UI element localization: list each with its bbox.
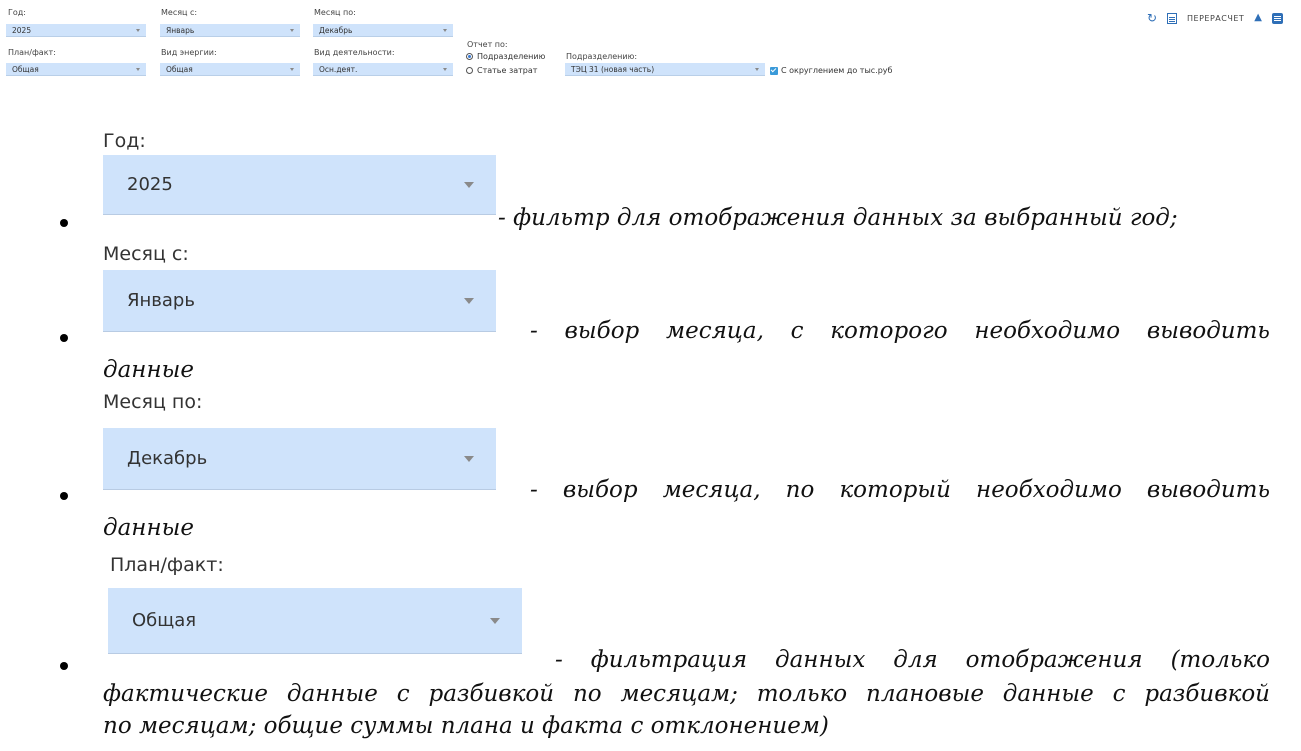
radio-cost-item[interactable]: Статье затрат	[466, 66, 537, 75]
bullet	[60, 662, 68, 670]
chevron-down-icon	[464, 456, 474, 462]
report-by-label: Отчет по:	[467, 40, 508, 49]
item-month-to-select[interactable]: Декабрь	[103, 428, 496, 490]
item-plan-fact-select[interactable]: Общая	[108, 588, 522, 654]
item-month-to-value: Декабрь	[127, 448, 208, 469]
desc-word: для	[893, 647, 938, 673]
item-month-from-label: Месяц с:	[103, 243, 189, 265]
chevron-down-icon	[290, 29, 294, 32]
item-month-to-desc-cont: данные	[103, 515, 194, 541]
desc-word: с	[790, 318, 804, 344]
refresh-icon[interactable]: ↻	[1147, 12, 1157, 24]
month-to-label: Месяц по:	[314, 8, 356, 17]
desc-word: данных	[775, 647, 866, 673]
chevron-down-icon	[290, 68, 294, 71]
desc-word: необходимо	[974, 318, 1121, 344]
desc-word: -	[555, 647, 563, 673]
table-icon[interactable]	[1272, 12, 1283, 24]
subdivision-label: Подразделению:	[566, 52, 638, 61]
plan-fact-label: План/факт:	[8, 48, 56, 57]
chevron-down-icon	[464, 298, 474, 304]
item-year-value: 2025	[127, 174, 173, 195]
item-year-select[interactable]: 2025	[103, 155, 496, 215]
chevron-down-icon	[755, 68, 759, 71]
bullet	[60, 492, 68, 500]
item-month-from-desc-cont: данные	[103, 357, 194, 383]
radio-selected-icon	[466, 53, 473, 60]
sort-icon[interactable]: ▲	[1254, 12, 1262, 24]
rounding-label: С округлением до тыс.руб	[781, 66, 893, 75]
item-plan-fact-label: План/факт:	[110, 554, 224, 576]
desc-word: -	[530, 318, 538, 344]
activity-type-label: Вид деятельности:	[314, 48, 395, 57]
month-to-select[interactable]: Декабрь	[313, 24, 453, 37]
recalc-button[interactable]: ПЕРЕРАСЧЕТ	[1187, 14, 1244, 23]
desc-word: выбор	[564, 318, 640, 344]
chevron-down-icon	[443, 29, 447, 32]
radio-unselected-icon	[466, 67, 473, 74]
radio-subdivision-label: Подразделению	[477, 52, 546, 61]
chevron-down-icon	[136, 68, 140, 71]
desc-word: месяца,	[662, 477, 761, 503]
chevron-down-icon	[443, 68, 447, 71]
chevron-down-icon	[136, 29, 140, 32]
desc-word: -	[530, 477, 538, 503]
energy-type-value: Общая	[166, 65, 193, 74]
subdivision-select[interactable]: ТЭЦ 31 (новая часть)	[565, 63, 765, 76]
month-to-value: Декабрь	[319, 26, 353, 35]
item-month-to-label: Месяц по:	[103, 391, 203, 413]
month-from-label: Месяц с:	[161, 8, 198, 17]
item-month-from-value: Январь	[127, 290, 195, 311]
item-month-from-select[interactable]: Январь	[103, 270, 496, 332]
desc-word: выбор	[562, 477, 638, 503]
bullet	[60, 219, 68, 227]
item-plan-fact-desc-line3: по месяцам; общие суммы плана и факта с …	[103, 713, 829, 739]
desc-word: выводить	[1146, 477, 1270, 503]
toolbar: ↻ ПЕРЕРАСЧЕТ ▲	[1147, 12, 1283, 24]
desc-word: выводить	[1146, 318, 1270, 344]
activity-type-select[interactable]: Осн.деят.	[313, 63, 453, 76]
desc-line: фактические данные с разбивкой по месяца…	[103, 681, 1270, 707]
item-plan-fact-desc: - фильтрация данных для отображения (тол…	[555, 647, 1270, 673]
item-plan-fact-value: Общая	[132, 610, 197, 631]
energy-type-label: Вид энергии:	[161, 48, 217, 57]
radio-subdivision[interactable]: Подразделению	[466, 52, 545, 61]
checkbox-checked-icon	[770, 66, 778, 75]
item-year-label: Год:	[103, 130, 146, 152]
desc-word: (только	[1170, 647, 1270, 673]
desc-word: по	[785, 477, 815, 503]
month-from-select[interactable]: Январь	[160, 24, 300, 37]
bullet	[60, 334, 68, 342]
item-month-to-desc: - выбор месяца, по который необходимо вы…	[530, 477, 1270, 503]
plan-fact-select[interactable]: Общая	[6, 63, 146, 76]
calculator-icon[interactable]	[1167, 12, 1178, 24]
desc-word: фильтрация	[590, 647, 748, 673]
activity-type-value: Осн.деят.	[319, 65, 358, 74]
desc-word: который	[839, 477, 951, 503]
plan-fact-value: Общая	[12, 65, 39, 74]
desc-word: необходимо	[976, 477, 1122, 503]
item-month-from-desc: - выбор месяца, с которого необходимо вы…	[530, 318, 1270, 344]
year-label: Год:	[8, 8, 26, 17]
desc-word: которого	[830, 318, 948, 344]
month-from-value: Январь	[166, 26, 195, 35]
energy-type-select[interactable]: Общая	[160, 63, 300, 76]
rounding-checkbox[interactable]: С округлением до тыс.руб	[770, 66, 892, 75]
subdivision-value: ТЭЦ 31 (новая часть)	[571, 65, 655, 74]
desc-word: отображения	[965, 647, 1143, 673]
item-year-desc: - фильтр для отображения данных за выбра…	[498, 205, 1178, 231]
chevron-down-icon	[490, 618, 500, 624]
year-select[interactable]: 2025	[6, 24, 146, 37]
item-plan-fact-desc-line2: фактические данные с разбивкой по месяца…	[103, 681, 1270, 707]
desc-word: месяца,	[666, 318, 764, 344]
chevron-down-icon	[464, 182, 474, 188]
radio-cost-item-label: Статье затрат	[477, 66, 538, 75]
year-value: 2025	[12, 26, 32, 35]
